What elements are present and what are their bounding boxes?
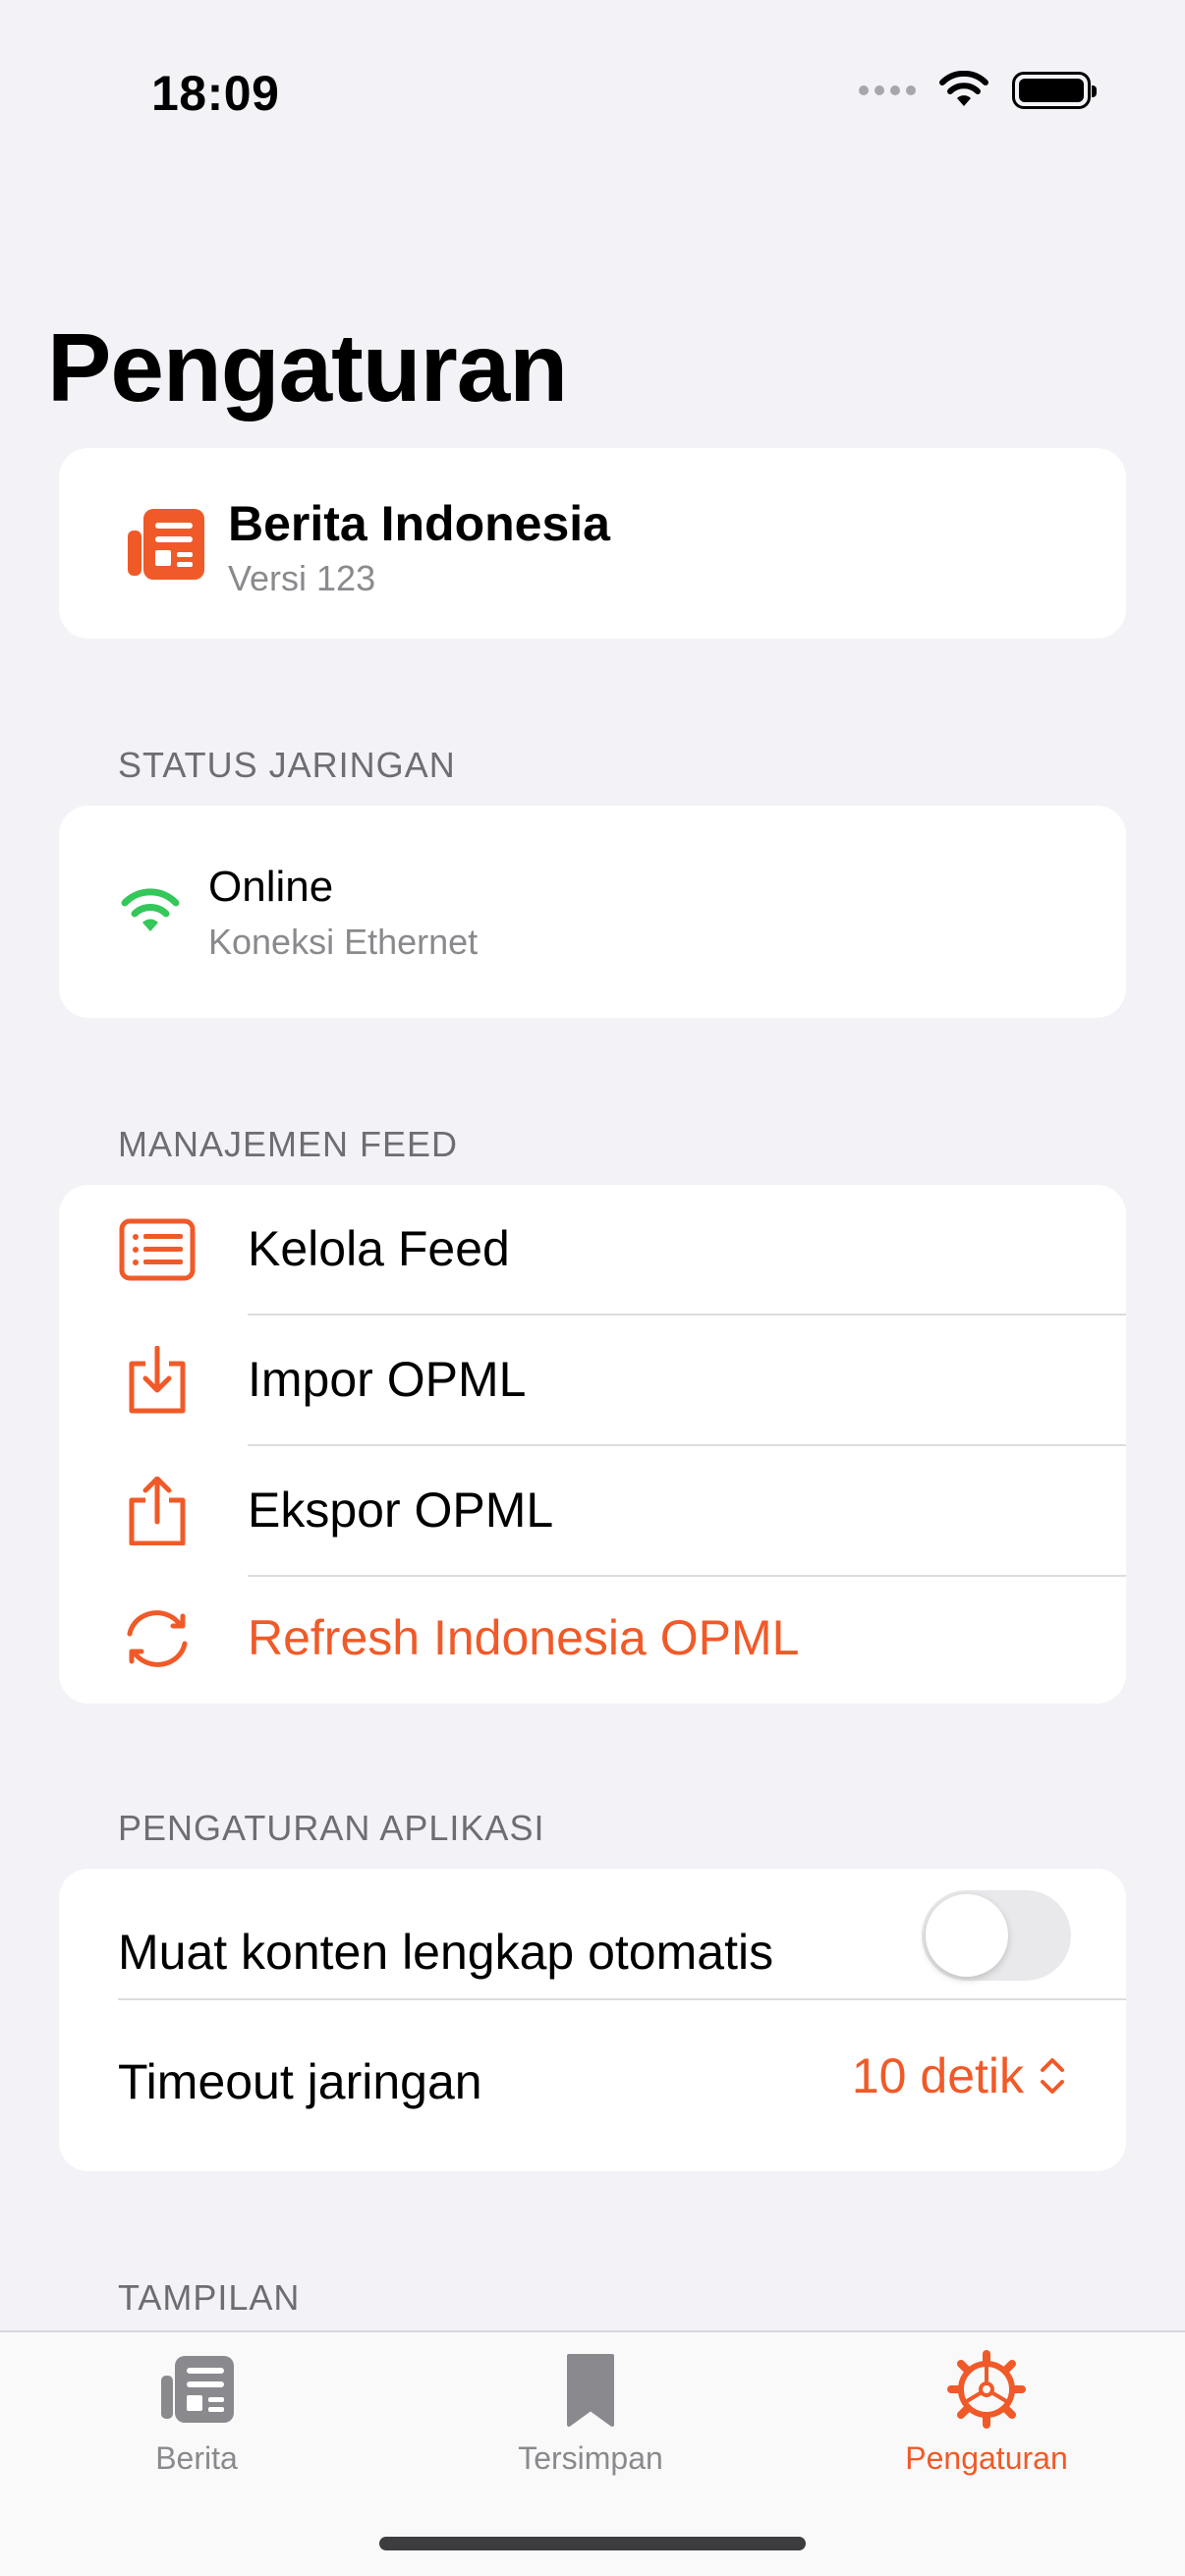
import-icon [129, 1346, 186, 1414]
network-timeout-label: Timeout jaringan [118, 2054, 482, 2109]
network-timeout-picker[interactable]: 10 detik [852, 2047, 1067, 2104]
cellular-signal-icon [859, 85, 916, 95]
tab-pengaturan[interactable]: Pengaturan [839, 2350, 1134, 2477]
refresh-opml-row[interactable]: Refresh Indonesia OPML [59, 1574, 1126, 1704]
export-opml-row[interactable]: Ekspor OPML [59, 1446, 1126, 1576]
gear-icon [947, 2350, 1026, 2429]
manage-feed-label: Kelola Feed [248, 1221, 510, 1276]
tab-tersimpan[interactable]: Tersimpan [443, 2350, 738, 2477]
page-title: Pengaturan [47, 313, 568, 421]
feed-management-card: Kelola Feed Impor OPML Ekspor OPML Refre… [59, 1185, 1126, 1704]
wifi-icon [121, 888, 180, 931]
share-icon [129, 1477, 186, 1545]
toggle-knob [926, 1894, 1008, 1977]
import-opml-label: Impor OPML [248, 1352, 527, 1407]
auto-full-content-label: Muat konten lengkap otomatis [118, 1925, 774, 1980]
network-status: Online [208, 863, 334, 911]
tab-label: Berita [155, 2440, 238, 2476]
home-indicator [379, 2537, 806, 2550]
manage-feed-row[interactable]: Kelola Feed [59, 1185, 1126, 1315]
tab-label: Pengaturan [905, 2440, 1068, 2476]
bookmark-icon [567, 2354, 614, 2427]
app-version: Versi 123 [228, 558, 376, 598]
section-header-feed: MANAJEMEN FEED [118, 1124, 459, 1164]
battery-icon [1012, 72, 1097, 109]
network-timeout-value: 10 detik [851, 2048, 1024, 2103]
wifi-icon [939, 71, 988, 106]
section-header-app-settings: PENGATURAN APLIKASI [118, 1808, 545, 1848]
export-opml-label: Ekspor OPML [248, 1483, 554, 1538]
network-detail: Koneksi Ethernet [208, 922, 479, 962]
network-status-card: Online Koneksi Ethernet [59, 806, 1126, 1018]
tab-berita[interactable]: Berita [49, 2350, 344, 2477]
newspaper-icon [128, 509, 204, 580]
auto-full-content-toggle[interactable] [922, 1890, 1071, 1981]
newspaper-icon [161, 2356, 234, 2423]
app-info-card: Berita Indonesia Versi 123 [59, 448, 1126, 639]
refresh-icon [127, 1610, 188, 1667]
chevron-up-down-icon [1041, 2058, 1064, 2094]
refresh-opml-label: Refresh Indonesia OPML [248, 1610, 800, 1665]
section-header-display: TAMPILAN [118, 2277, 301, 2318]
import-opml-row[interactable]: Impor OPML [59, 1316, 1126, 1445]
status-time: 18:09 [151, 66, 280, 121]
divider [118, 1998, 1126, 2000]
status-icons [859, 71, 1097, 110]
app-name: Berita Indonesia [228, 496, 610, 551]
list-icon [119, 1218, 196, 1281]
section-header-network: STATUS JARINGAN [118, 745, 456, 785]
tab-label: Tersimpan [518, 2440, 663, 2476]
app-settings-card: Muat konten lengkap otomatis Timeout jar… [59, 1869, 1126, 2171]
